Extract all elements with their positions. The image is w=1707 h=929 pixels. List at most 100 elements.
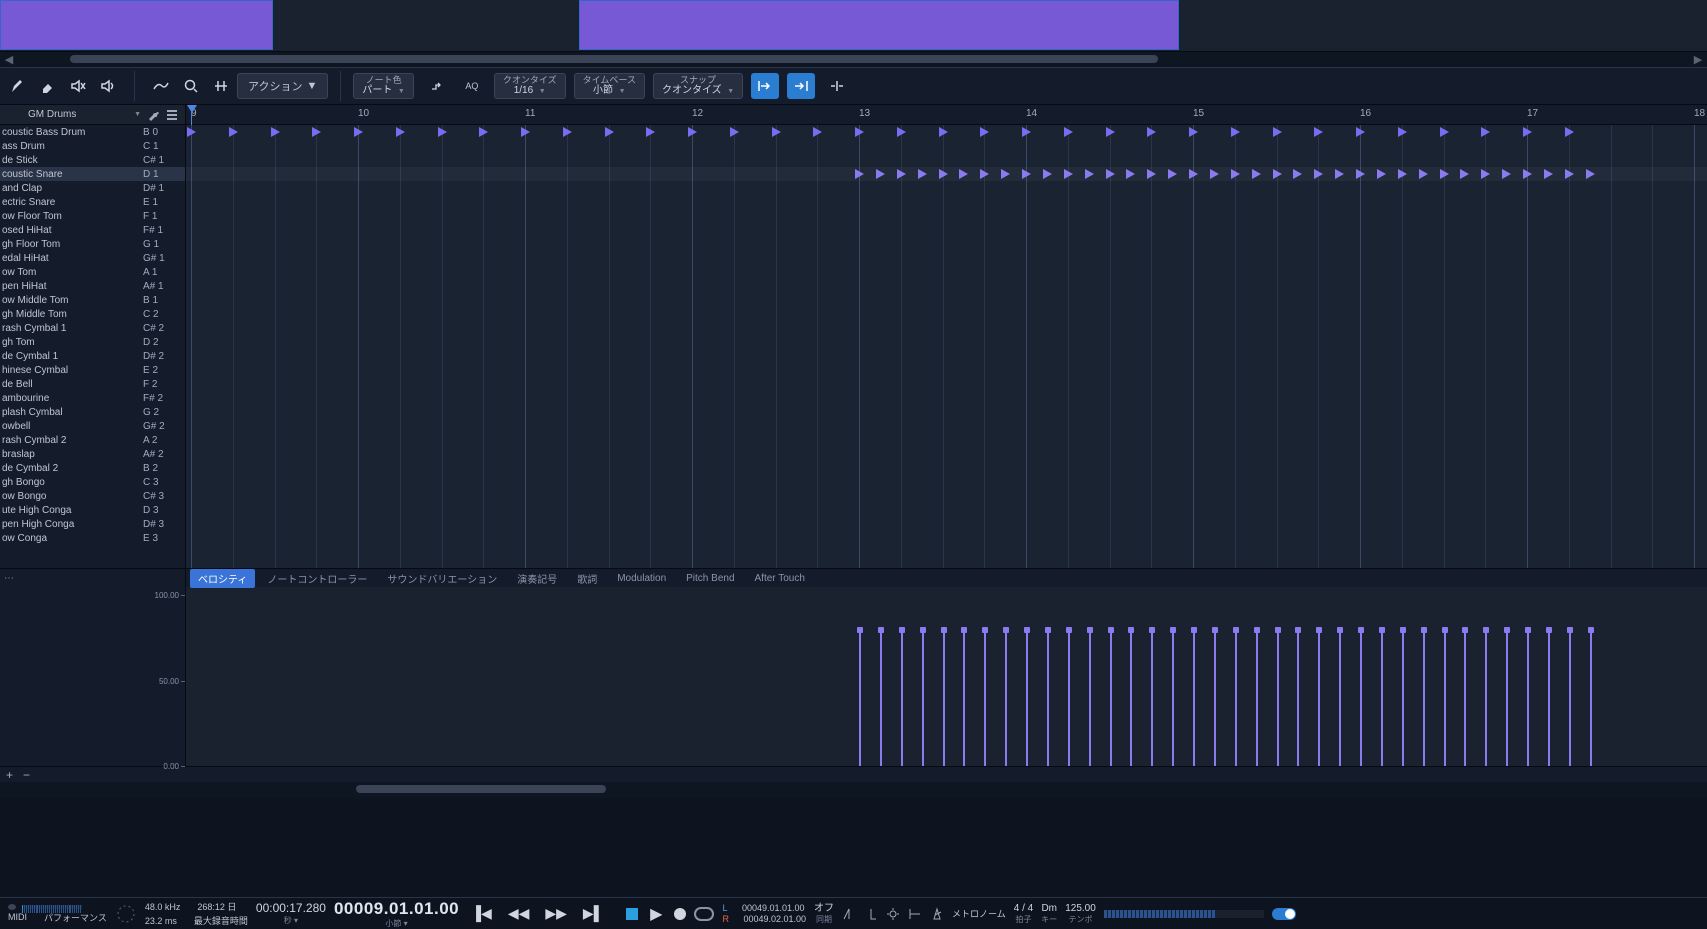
midi-note[interactable] [1523, 127, 1532, 137]
wrench-icon[interactable] [145, 106, 163, 124]
controller-tab[interactable]: ノートコントローラー [259, 569, 375, 588]
position-display[interactable]: 00009.01.01.00小節 ▾ [334, 899, 459, 928]
velocity-bar[interactable] [922, 630, 924, 766]
velocity-bar[interactable] [1506, 630, 1508, 766]
forward-icon[interactable]: ▶▶ [541, 905, 571, 922]
arrange-scrollbar[interactable]: ◀ ▶ [0, 51, 1707, 67]
midi-note[interactable] [1523, 169, 1532, 179]
add-lane-button[interactable]: + [6, 768, 13, 782]
gear-icon[interactable] [886, 907, 900, 921]
midi-note[interactable] [855, 169, 864, 179]
stop-button[interactable] [626, 908, 638, 920]
velocity-bar[interactable] [1464, 630, 1466, 766]
drum-row[interactable]: and ClapD# 1 [0, 181, 185, 195]
midi-note[interactable] [1147, 127, 1156, 137]
drum-row[interactable]: pen HiHatA# 1 [0, 279, 185, 293]
midi-note[interactable] [521, 127, 530, 137]
midi-note[interactable] [1043, 169, 1052, 179]
midi-note[interactable] [1377, 169, 1386, 179]
remove-lane-button[interactable]: − [23, 768, 30, 782]
metronome-icon[interactable] [930, 907, 944, 921]
drum-row[interactable]: gh Middle TomC 2 [0, 307, 185, 321]
velocity-bar[interactable] [1256, 630, 1258, 766]
drum-row[interactable]: rash Cymbal 2A 2 [0, 433, 185, 447]
midi-note[interactable] [271, 127, 280, 137]
controller-tab[interactable]: 演奏記号 [509, 569, 565, 588]
drum-row[interactable]: coustic Bass DrumB 0 [0, 125, 185, 139]
midi-note[interactable] [1440, 127, 1449, 137]
midi-note[interactable] [1586, 169, 1595, 179]
midi-note[interactable] [563, 127, 572, 137]
drum-row[interactable]: ass DrumC 1 [0, 139, 185, 153]
mute-icon[interactable] [64, 73, 92, 99]
drum-row[interactable]: gh Floor TomG 1 [0, 237, 185, 251]
velocity-bar[interactable] [1005, 630, 1007, 766]
controller-tab[interactable]: ベロシティ [190, 569, 255, 588]
drum-row[interactable]: coustic SnareD 1 [0, 167, 185, 181]
midi-note[interactable] [1126, 169, 1135, 179]
velocity-bar[interactable] [1026, 630, 1028, 766]
scrollbar-thumb[interactable] [356, 785, 606, 793]
midi-note[interactable] [1398, 169, 1407, 179]
midi-note[interactable] [876, 169, 885, 179]
midi-note[interactable] [1356, 169, 1365, 179]
midi-note[interactable] [1335, 169, 1344, 179]
drum-row[interactable]: ow TomA 1 [0, 265, 185, 279]
scrollbar-thumb[interactable] [70, 55, 1158, 63]
midi-note[interactable] [646, 127, 655, 137]
velocity-bar[interactable] [1047, 630, 1049, 766]
snap-end-icon[interactable] [787, 73, 815, 99]
midi-note[interactable] [1189, 127, 1198, 137]
velocity-bar[interactable] [1569, 630, 1571, 766]
midi-note[interactable] [229, 127, 238, 137]
split-icon[interactable] [207, 73, 235, 99]
midi-note[interactable] [1293, 169, 1302, 179]
velocity-bar[interactable] [943, 630, 945, 766]
velocity-bar[interactable] [1297, 630, 1299, 766]
drum-row[interactable]: ectric SnareE 1 [0, 195, 185, 209]
drum-row[interactable]: ow BongoC# 3 [0, 489, 185, 503]
midi-note[interactable] [1273, 127, 1282, 137]
midi-note[interactable] [312, 127, 321, 137]
midi-note[interactable] [1147, 169, 1156, 179]
draw-tool-icon[interactable] [4, 73, 32, 99]
velocity-bar[interactable] [1214, 630, 1216, 766]
midi-note[interactable] [1231, 127, 1240, 137]
snap-dropdown[interactable]: スナップクオンタイズ ▼ [653, 73, 743, 99]
velocity-bar[interactable] [1068, 630, 1070, 766]
controller-tab[interactable]: 歌詞 [569, 569, 605, 588]
velocity-bar[interactable] [1318, 630, 1320, 766]
drum-row[interactable]: de Cymbal 1D# 2 [0, 349, 185, 363]
midi-note[interactable] [1001, 169, 1010, 179]
drum-row[interactable]: plash CymbalG 2 [0, 405, 185, 419]
key-display[interactable]: Dmキー [1041, 903, 1057, 924]
drum-row[interactable]: owbellG# 2 [0, 419, 185, 433]
go-start-icon[interactable]: ▐◀ [467, 905, 496, 922]
midi-note[interactable] [354, 127, 363, 137]
master-toggle[interactable] [1272, 908, 1296, 920]
scroll-left-icon[interactable]: ◀ [2, 52, 16, 66]
midi-note[interactable] [813, 127, 822, 137]
sync-display[interactable]: オフ同期 [814, 903, 834, 924]
midi-note[interactable] [939, 169, 948, 179]
midi-note[interactable] [479, 127, 488, 137]
velocity-bar[interactable] [1193, 630, 1195, 766]
record-button[interactable] [674, 908, 686, 920]
velocity-bar[interactable] [1423, 630, 1425, 766]
velocity-bar[interactable] [1360, 630, 1362, 766]
timecode-display[interactable]: 00:00:17.280秒 ▾ [256, 902, 326, 925]
velocity-bar[interactable] [859, 630, 861, 766]
velocity-bar[interactable] [1277, 630, 1279, 766]
drum-row[interactable]: ow Floor TomF 1 [0, 209, 185, 223]
midi-note[interactable] [855, 127, 864, 137]
drum-row[interactable]: gh BongoC 3 [0, 475, 185, 489]
midi-note[interactable] [1106, 127, 1115, 137]
curve-tool-icon[interactable] [147, 73, 175, 99]
velocity-bar[interactable] [1172, 630, 1174, 766]
rewind-icon[interactable]: ◀◀ [504, 905, 534, 922]
midi-note[interactable] [1210, 169, 1219, 179]
midi-note[interactable] [1231, 169, 1240, 179]
midi-note[interactable] [1565, 169, 1574, 179]
midi-note[interactable] [772, 127, 781, 137]
loop-range[interactable]: L 00049.01.01.00 R 00049.02.01.00 [722, 903, 806, 924]
